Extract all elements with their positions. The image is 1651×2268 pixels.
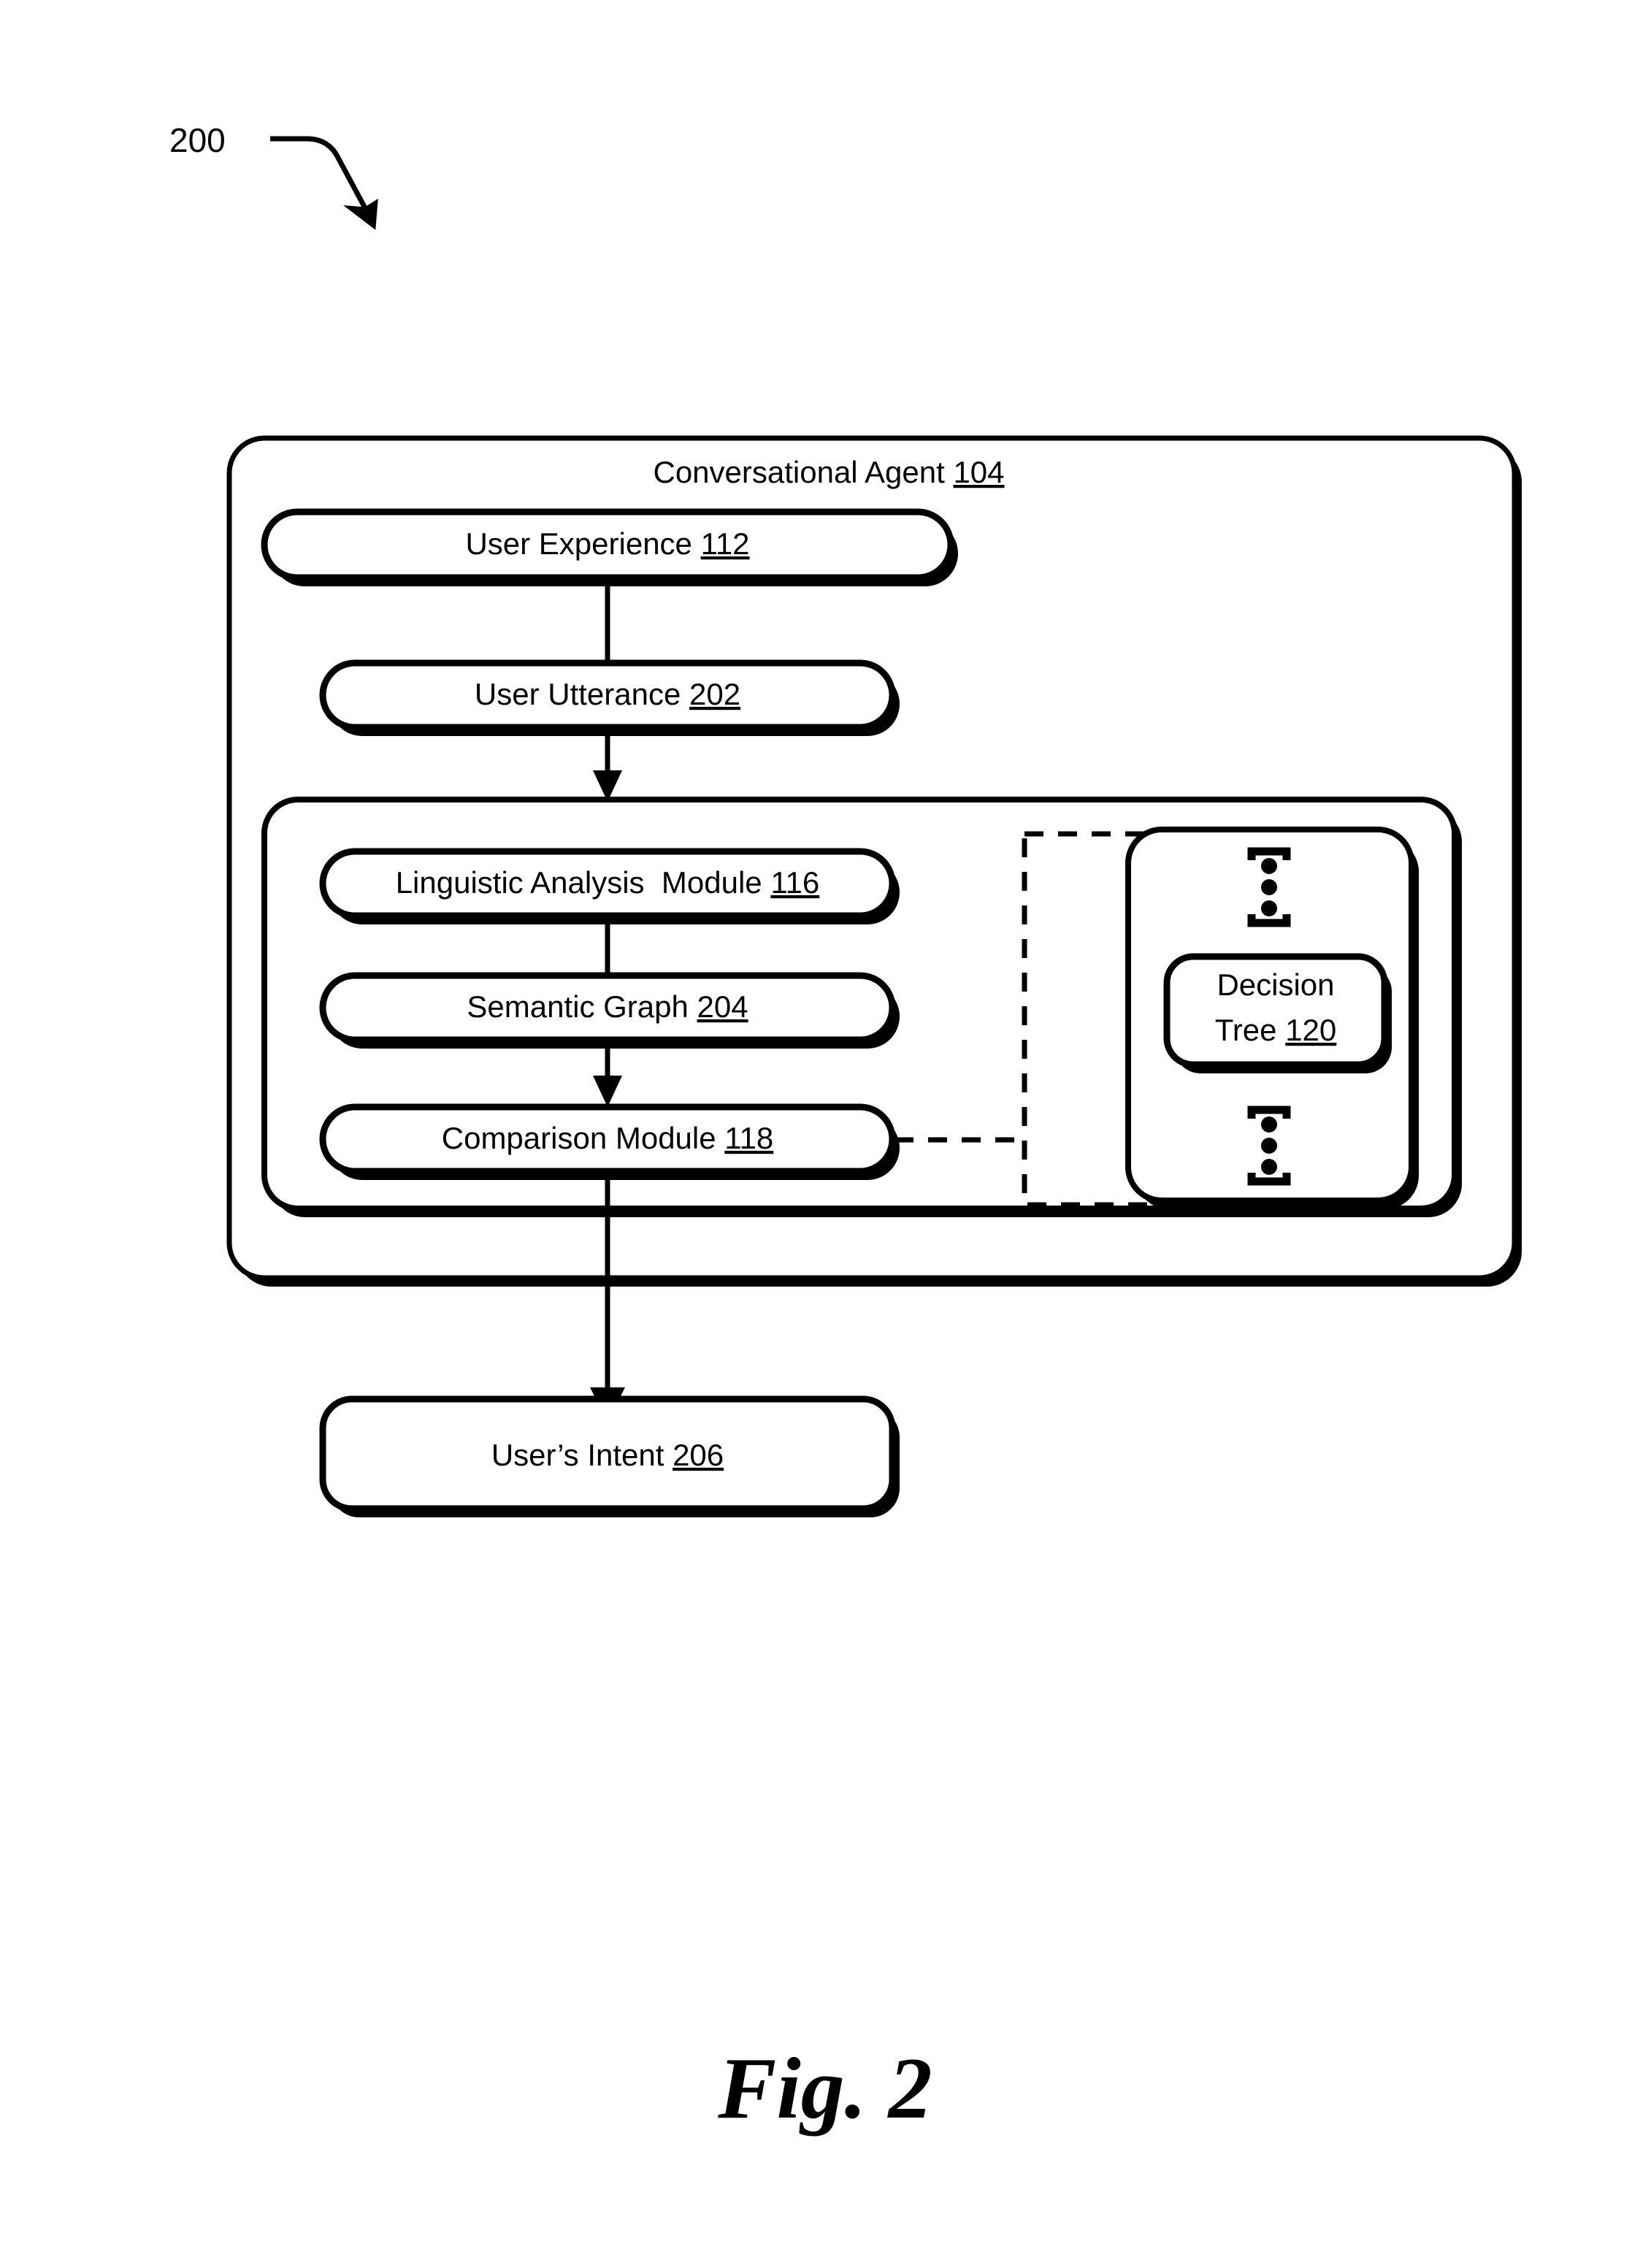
comparison-module-label: Comparison Module — [442, 1121, 716, 1155]
decision-tree-label-line2: Tree — [1215, 1013, 1277, 1047]
user-experience-label: User Experience — [465, 526, 692, 561]
semantic-graph-label: Semantic Graph — [467, 989, 688, 1024]
figure-canvas: 200 Conversational Agent 104 User Experi… — [169, 121, 1522, 2137]
figure-caption: Fig. 2 — [717, 2039, 932, 2137]
comparison-module-ref: 118 — [724, 1121, 773, 1155]
user-utterance-ref: 202 — [689, 677, 740, 711]
conversational-agent-title-ref: 104 — [953, 455, 1004, 489]
conversational-agent-title: Conversational Agent 104 — [653, 455, 1004, 489]
conversational-agent-title-label: Conversational Agent — [653, 455, 945, 489]
semantic-graph-label-group: Semantic Graph 204 — [467, 989, 748, 1024]
users-intent-ref: 206 — [673, 1438, 724, 1472]
users-intent-label: User’s Intent — [491, 1438, 664, 1472]
decision-tree-ref: 120 — [1285, 1013, 1336, 1047]
user-utterance-label-group: User Utterance 202 — [475, 677, 740, 711]
curved-arrow-icon — [270, 136, 368, 210]
users-intent-label-group: User’s Intent 206 — [491, 1438, 724, 1472]
linguistic-analysis-label: Linguistic Analysis Module — [396, 865, 762, 900]
patent-figure-200: 200 Conversational Agent 104 User Experi… — [0, 0, 1651, 2268]
user-utterance-label: User Utterance — [475, 677, 681, 711]
semantic-graph-ref: 204 — [697, 989, 748, 1024]
decision-tree-label-line2-group: Tree 120 — [1215, 1013, 1337, 1047]
user-experience-ref: 112 — [701, 526, 750, 561]
comparison-module-label-group: Comparison Module 118 — [442, 1121, 774, 1155]
linguistic-analysis-ref: 116 — [770, 865, 819, 900]
figure-number-callout: 200 — [169, 121, 226, 159]
user-experience-label-group: User Experience 112 — [465, 526, 749, 561]
linguistic-analysis-label-group: Linguistic Analysis Module 116 — [396, 865, 820, 900]
decision-tree-label-line1: Decision — [1217, 968, 1334, 1002]
